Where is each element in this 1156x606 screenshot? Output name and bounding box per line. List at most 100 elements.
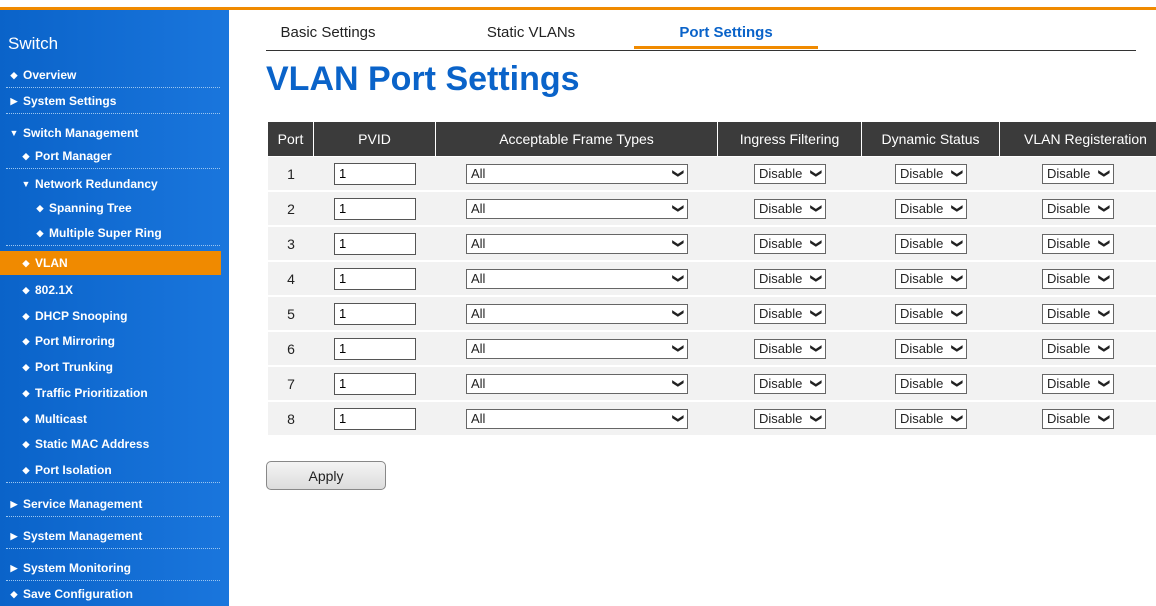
chevron-down-icon: ❯	[950, 168, 963, 179]
vlan-registration-select[interactable]: Disable ❯	[1042, 338, 1114, 359]
ingress-filtering-select[interactable]: Disable ❯	[754, 373, 826, 394]
diamond-bullet-icon: ◆	[22, 464, 30, 475]
sidebar-item-vlan[interactable]: ◆ VLAN	[0, 251, 221, 275]
table-row: 7 All ❯ Disable ❯ Disable ❯ Disable ❯	[268, 366, 1156, 400]
pvid-input[interactable]	[334, 302, 416, 325]
frame-types-select[interactable]: All ❯	[466, 373, 688, 394]
sidebar-item-switch-management[interactable]: ▼ Switch Management	[0, 121, 221, 145]
frame-types-select[interactable]: All ❯	[466, 233, 688, 254]
pvid-input[interactable]	[334, 197, 416, 220]
frame-types-select[interactable]: All ❯	[466, 408, 688, 429]
dynamic-status-select[interactable]: Disable ❯	[895, 163, 967, 184]
sidebar-item-label: Network Redundancy	[35, 177, 158, 191]
select-value: Disable	[759, 236, 803, 251]
pvid-input[interactable]	[334, 337, 416, 360]
pvid-input[interactable]	[334, 232, 416, 255]
vlan-registration-select[interactable]: Disable ❯	[1042, 408, 1114, 429]
chevron-down-icon: ❯	[671, 413, 684, 424]
pvid-input[interactable]	[334, 162, 416, 185]
dynamic-status-select[interactable]: Disable ❯	[895, 268, 967, 289]
triangle-down-icon: ▼	[21, 179, 31, 189]
sidebar-item-network-redundancy[interactable]: ▼ Network Redundancy	[0, 172, 221, 196]
chevron-down-icon: ❯	[671, 378, 684, 389]
select-value: Disable	[1047, 236, 1091, 251]
diamond-bullet-icon: ◆	[22, 361, 30, 372]
select-value: Disable	[1047, 376, 1091, 391]
ingress-filtering-select[interactable]: Disable ❯	[754, 408, 826, 429]
sidebar-item-system-monitoring[interactable]: ▶ System Monitoring	[0, 556, 221, 580]
sidebar-divider	[6, 482, 220, 483]
sidebar-item-service-management[interactable]: ▶ Service Management	[0, 492, 221, 516]
tab-basic-settings[interactable]: Basic Settings	[266, 20, 390, 49]
dynamic-status-select[interactable]: Disable ❯	[895, 373, 967, 394]
chevron-down-icon: ❯	[1097, 238, 1110, 249]
sidebar-item-save-configuration[interactable]: ◆ Save Configuration	[0, 582, 221, 606]
vlan-registration-cell: Disable ❯	[1000, 297, 1156, 330]
pvid-input[interactable]	[334, 372, 416, 395]
select-value: Disable	[1047, 306, 1091, 321]
header-frame-types: Acceptable Frame Types	[436, 122, 718, 156]
sidebar-item-dhcp-snooping[interactable]: ◆ DHCP Snooping	[0, 304, 221, 328]
select-value: All	[471, 411, 486, 426]
ingress-filtering-select[interactable]: Disable ❯	[754, 233, 826, 254]
vlan-registration-select[interactable]: Disable ❯	[1042, 303, 1114, 324]
sidebar-item-802-1x[interactable]: ◆ 802.1X	[0, 278, 221, 302]
pvid-input[interactable]	[334, 267, 416, 290]
dynamic-status-select[interactable]: Disable ❯	[895, 338, 967, 359]
sidebar-title: Switch	[8, 34, 59, 53]
frame-types-cell: All ❯	[436, 367, 718, 400]
chevron-down-icon: ❯	[950, 203, 963, 214]
dynamic-status-select[interactable]: Disable ❯	[895, 303, 967, 324]
vlan-registration-select[interactable]: Disable ❯	[1042, 268, 1114, 289]
vlan-registration-select[interactable]: Disable ❯	[1042, 163, 1114, 184]
sidebar-item-label: System Management	[23, 529, 143, 543]
frame-types-select[interactable]: All ❯	[466, 163, 688, 184]
frame-types-select[interactable]: All ❯	[466, 338, 688, 359]
table-row: 1 All ❯ Disable ❯ Disable ❯ Disable ❯	[268, 156, 1156, 190]
frame-types-select[interactable]: All ❯	[466, 268, 688, 289]
diamond-bullet-icon: ◆	[22, 310, 30, 321]
dynamic-status-select[interactable]: Disable ❯	[895, 198, 967, 219]
sidebar-item-label: Save Configuration	[23, 587, 134, 601]
sidebar-item-label: DHCP Snooping	[35, 309, 128, 323]
sidebar-item-spanning-tree[interactable]: ◆ Spanning Tree	[0, 196, 221, 220]
sidebar-item-port-mirroring[interactable]: ◆ Port Mirroring	[0, 329, 221, 353]
ingress-filtering-select[interactable]: Disable ❯	[754, 198, 826, 219]
dynamic-status-select[interactable]: Disable ❯	[895, 233, 967, 254]
sidebar-divider	[6, 548, 220, 549]
sidebar-item-static-mac-address[interactable]: ◆ Static MAC Address	[0, 432, 221, 456]
port-number: 8	[287, 410, 295, 427]
select-value: Disable	[900, 201, 944, 216]
frame-types-select[interactable]: All ❯	[466, 198, 688, 219]
ingress-filtering-select[interactable]: Disable ❯	[754, 303, 826, 324]
vlan-registration-select[interactable]: Disable ❯	[1042, 233, 1114, 254]
port-number: 1	[287, 165, 295, 182]
dynamic-status-cell: Disable ❯	[862, 402, 1000, 435]
ingress-filtering-select[interactable]: Disable ❯	[754, 338, 826, 359]
sidebar-item-multiple-super-ring[interactable]: ◆ Multiple Super Ring	[0, 221, 221, 245]
chevron-down-icon: ❯	[1097, 413, 1110, 424]
pvid-input[interactable]	[334, 407, 416, 430]
ingress-filtering-select[interactable]: Disable ❯	[754, 163, 826, 184]
sidebar-item-label: Spanning Tree	[49, 201, 132, 215]
sidebar-item-port-isolation[interactable]: ◆ Port Isolation	[0, 458, 221, 482]
sidebar-item-port-trunking[interactable]: ◆ Port Trunking	[0, 355, 221, 379]
dynamic-status-select[interactable]: Disable ❯	[895, 408, 967, 429]
vlan-registration-select[interactable]: Disable ❯	[1042, 198, 1114, 219]
ingress-filtering-select[interactable]: Disable ❯	[754, 268, 826, 289]
vlan-registration-select[interactable]: Disable ❯	[1042, 373, 1114, 394]
header-vlan-registration: VLAN Registeration	[1000, 122, 1156, 156]
tab-port-settings[interactable]: Port Settings	[634, 20, 818, 49]
frame-types-select[interactable]: All ❯	[466, 303, 688, 324]
sidebar-item-system-management[interactable]: ▶ System Management	[0, 524, 221, 548]
select-value: All	[471, 201, 486, 216]
tab-static-vlans[interactable]: Static VLANs	[461, 20, 601, 49]
sidebar-item-system-settings[interactable]: ▶ System Settings	[0, 89, 221, 113]
ingress-filtering-cell: Disable ❯	[718, 402, 862, 435]
sidebar-item-port-manager[interactable]: ◆ Port Manager	[0, 144, 221, 168]
sidebar-item-traffic-prioritization[interactable]: ◆ Traffic Prioritization	[0, 381, 221, 405]
ingress-filtering-cell: Disable ❯	[718, 157, 862, 190]
sidebar-item-overview[interactable]: ◆ Overview	[0, 63, 221, 87]
apply-button[interactable]: Apply	[266, 461, 386, 490]
sidebar-item-multicast[interactable]: ◆ Multicast	[0, 407, 221, 431]
